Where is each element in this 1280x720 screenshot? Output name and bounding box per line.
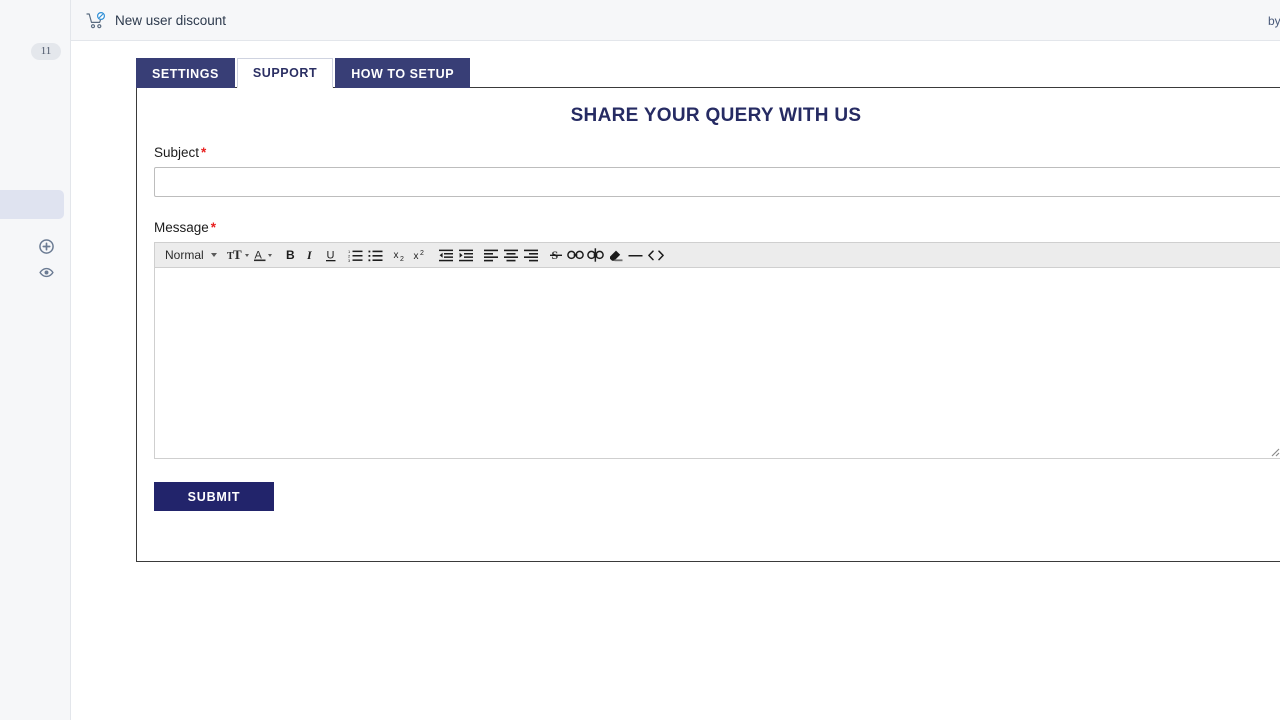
subject-label-text: Subject xyxy=(154,145,200,160)
indent-decrease-button[interactable] xyxy=(436,244,456,267)
tab-settings[interactable]: SETTINGS xyxy=(136,58,235,88)
svg-text:U: U xyxy=(326,249,334,261)
subject-required-marker: * xyxy=(201,145,207,160)
bullet-list-button[interactable] xyxy=(366,244,386,267)
svg-text:x: x xyxy=(414,251,419,262)
superscript-button[interactable]: x 2 xyxy=(411,244,431,267)
svg-text:B: B xyxy=(286,248,295,262)
italic-button[interactable]: I xyxy=(301,244,321,267)
block-format-picker[interactable]: Normal xyxy=(161,244,222,267)
bold-button[interactable]: B xyxy=(281,244,301,267)
font-size-picker[interactable]: T T xyxy=(227,244,253,267)
promo-banner: New user discount by xyxy=(71,0,1280,41)
promo-banner-text: New user discount xyxy=(115,13,227,28)
chevron-down-icon xyxy=(267,253,272,257)
tab-support[interactable]: SUPPORT xyxy=(236,58,334,88)
editor-toolbar: Normal T T A B I U 1 2 3 x 2 x 2 xyxy=(155,243,1280,268)
svg-text:2: 2 xyxy=(400,256,404,263)
left-sidebar: 11 xyxy=(0,0,71,720)
svg-text:2: 2 xyxy=(420,250,424,257)
indent-increase-button[interactable] xyxy=(456,244,476,267)
svg-text:T: T xyxy=(233,248,242,262)
code-button[interactable] xyxy=(646,244,666,267)
support-card: SHARE YOUR QUERY WITH US Subject * Messag… xyxy=(136,87,1280,562)
svg-text:3: 3 xyxy=(348,258,351,262)
align-right-button[interactable] xyxy=(521,244,541,267)
sidebar-badge-count: 11 xyxy=(31,43,61,60)
page-title: SHARE YOUR QUERY WITH US xyxy=(570,105,862,126)
promo-banner-attribution: by xyxy=(1268,13,1280,28)
sidebar-active-item[interactable] xyxy=(0,190,64,219)
strikethrough-button[interactable]: S xyxy=(546,244,566,267)
underline-button[interactable]: U xyxy=(321,244,341,267)
message-label-text: Message xyxy=(154,220,209,235)
chevron-down-icon xyxy=(244,253,249,257)
submit-row: SUBMIT xyxy=(154,482,1278,511)
block-format-label: Normal xyxy=(165,248,204,262)
add-circle-icon[interactable] xyxy=(39,239,54,254)
promo-banner-content[interactable]: New user discount xyxy=(86,0,226,41)
align-left-button[interactable] xyxy=(481,244,501,267)
ordered-list-button[interactable]: 1 2 3 xyxy=(346,244,366,267)
tab-bar: SETTINGS SUPPORT HOW TO SETUP xyxy=(136,58,472,88)
message-input[interactable] xyxy=(155,268,1280,458)
subscript-button[interactable]: x 2 xyxy=(391,244,411,267)
support-form: Subject * Message * Normal T T A B I U 1… xyxy=(137,145,1280,511)
svg-text:x: x xyxy=(394,250,399,261)
subject-input[interactable] xyxy=(154,167,1280,197)
editor-resize-handle[interactable] xyxy=(1267,444,1280,457)
font-color-picker[interactable]: A xyxy=(253,244,276,267)
clean-format-button[interactable] xyxy=(606,244,626,267)
svg-text:I: I xyxy=(306,248,313,262)
message-label: Message * xyxy=(154,220,1278,235)
unlink-button[interactable] xyxy=(586,244,606,267)
shopping-cart-icon xyxy=(86,11,106,30)
tab-how-to-setup[interactable]: HOW TO SETUP xyxy=(335,58,471,88)
subject-label: Subject * xyxy=(154,145,1278,160)
chevron-down-icon xyxy=(210,253,217,257)
app-root: 11 New user discount by SETTINGS SUPPORT… xyxy=(0,0,1280,720)
align-center-button[interactable] xyxy=(501,244,521,267)
horizontal-rule-button[interactable] xyxy=(626,244,646,267)
link-button[interactable] xyxy=(566,244,586,267)
rich-text-editor: Normal T T A B I U 1 2 3 x 2 x 2 xyxy=(154,242,1280,459)
submit-button[interactable]: SUBMIT xyxy=(154,482,274,511)
message-required-marker: * xyxy=(210,220,217,235)
eye-icon[interactable] xyxy=(39,265,54,280)
